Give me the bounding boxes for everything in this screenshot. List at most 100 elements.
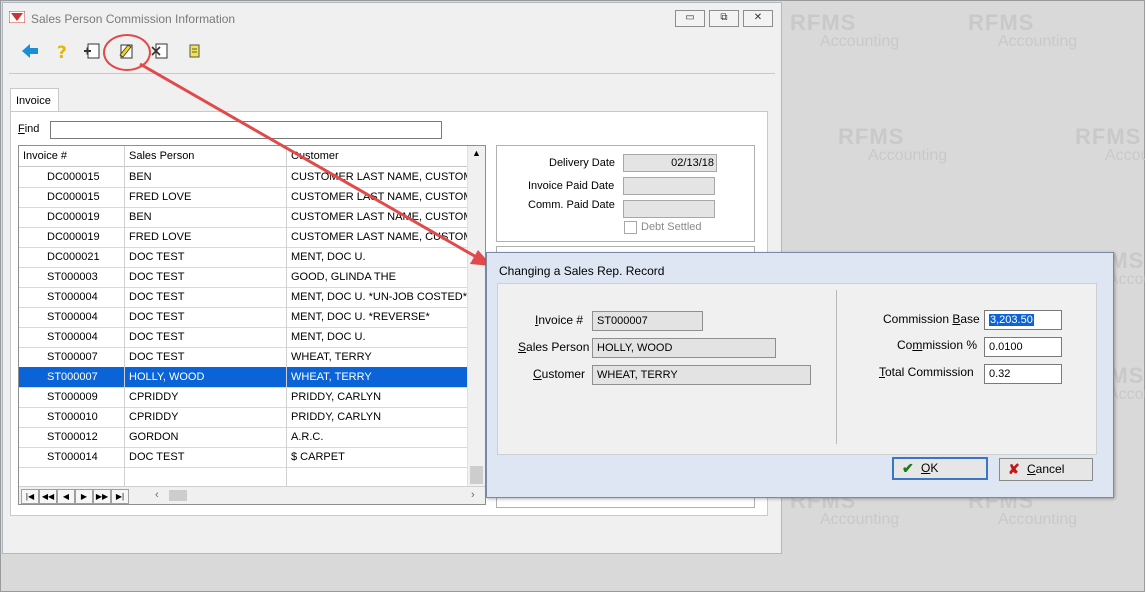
total-commission-input[interactable]: 0.32: [984, 364, 1062, 384]
invoice-cell: DC000019: [47, 231, 100, 243]
invoice-grid: Invoice # Sales Person Customer DC000015…: [18, 145, 486, 505]
comm-paid-date-label: Comm. Paid Date: [528, 199, 615, 211]
sales-person-cell: DOC TEST: [129, 251, 185, 263]
scroll-left-icon[interactable]: ‹: [155, 489, 159, 501]
check-icon: ✔: [902, 460, 914, 476]
customer-cell: A.R.C.: [291, 431, 324, 443]
invoice-cell: ST000010: [47, 411, 98, 423]
svg-text:?: ?: [57, 43, 67, 61]
dialog-title: Changing a Sales Rep. Record: [499, 264, 665, 278]
customer-cell: PRIDDY, CARLYN: [291, 411, 382, 423]
table-row[interactable]: ST000007 HOLLY, WOOD WHEAT, TERRY: [19, 367, 467, 388]
delete-record-icon[interactable]: [149, 41, 171, 63]
scroll-up-icon[interactable]: ▲: [472, 148, 481, 158]
table-row[interactable]: DC000019 BEN CUSTOMER LAST NAME, CUSTOME: [19, 207, 467, 228]
cancel-button[interactable]: ✘ Cancel: [999, 458, 1093, 481]
find-input[interactable]: [50, 121, 442, 139]
column-divider: [124, 146, 125, 486]
horizontal-scroll-thumb[interactable]: [169, 490, 187, 501]
annotation-circle: [103, 34, 151, 71]
tab-invoice[interactable]: Invoice: [10, 88, 59, 112]
commission-percent-input[interactable]: 0.0100: [984, 337, 1062, 357]
scroll-thumb[interactable]: [470, 466, 483, 484]
customer-cell: MENT, DOC U.: [291, 251, 366, 263]
invoice-paid-date-field[interactable]: [623, 177, 715, 195]
add-record-icon[interactable]: [81, 41, 103, 63]
table-row[interactable]: DC000021 DOC TEST MENT, DOC U.: [19, 247, 467, 268]
column-header-customer[interactable]: Customer: [291, 150, 339, 162]
table-row[interactable]: ST000004 DOC TEST MENT, DOC U.: [19, 327, 467, 348]
sales-person-cell: GORDON: [129, 431, 179, 443]
close-button[interactable]: ✕: [743, 10, 773, 27]
debt-settled-label: Debt Settled: [641, 221, 702, 233]
comm-paid-date-field[interactable]: [623, 200, 715, 218]
back-arrow-icon[interactable]: [19, 41, 41, 63]
customer-cell: CUSTOMER LAST NAME, CUSTOME: [291, 191, 467, 203]
invoice-cell: ST000007: [47, 351, 98, 363]
invoice-cell: DC000019: [47, 211, 100, 223]
table-row[interactable]: ST000003 DOC TEST GOOD, GLINDA THE: [19, 267, 467, 288]
find-label: Find: [18, 123, 40, 135]
next-page-button[interactable]: ▶▶: [93, 489, 111, 504]
column-header-sales-person[interactable]: Sales Person: [129, 150, 194, 162]
debt-settled-checkbox[interactable]: [624, 221, 637, 234]
grid-navigation-bar: |◀ ◀◀ ◀ ▶ ▶▶ ▶| ‹ ›: [19, 486, 485, 504]
sales-person-cell: DOC TEST: [129, 451, 185, 463]
customer-cell: GOOD, GLINDA THE: [291, 271, 396, 283]
invoice-cell: ST000004: [47, 291, 98, 303]
next-record-button[interactable]: ▶: [75, 489, 93, 504]
previous-page-button[interactable]: ◀◀: [39, 489, 57, 504]
sales-person-cell: DOC TEST: [129, 271, 185, 283]
vertical-scrollbar[interactable]: ▲: [467, 146, 485, 486]
sales-person-cell: DOC TEST: [129, 331, 185, 343]
invoice-cell: ST000004: [47, 331, 98, 343]
cancel-x-icon: ✘: [1008, 461, 1020, 477]
customer-field[interactable]: WHEAT, TERRY: [592, 365, 811, 385]
customer-label: Customer: [533, 367, 586, 381]
ok-button[interactable]: ✔ OK: [892, 457, 988, 480]
delivery-date-field[interactable]: 02/13/18: [623, 154, 717, 172]
app-logo-icon: [9, 11, 25, 23]
invoice-cell: DC000021: [47, 251, 100, 263]
help-icon[interactable]: ?: [51, 41, 73, 63]
report-icon[interactable]: [183, 41, 205, 63]
first-record-button[interactable]: |◀: [21, 489, 39, 504]
last-record-button[interactable]: ▶|: [111, 489, 129, 504]
commission-base-input[interactable]: 3,203.50: [984, 310, 1062, 330]
table-row[interactable]: DC000015 FRED LOVE CUSTOMER LAST NAME, CUS…: [19, 187, 467, 208]
table-row[interactable]: DC000019 FRED LOVE CUSTOMER LAST NAME, CUS…: [19, 227, 467, 248]
scroll-right-icon[interactable]: ›: [471, 489, 475, 501]
customer-cell: MENT, DOC U. *UN-JOB COSTED*: [291, 291, 467, 303]
sales-person-cell: DOC TEST: [129, 351, 185, 363]
table-row[interactable]: DC000015 BEN CUSTOMER LAST NAME, CUSTOME: [19, 167, 467, 188]
commission-base-label: Commission Base: [883, 312, 980, 326]
delivery-date-label: Delivery Date: [549, 157, 616, 169]
customer-cell: CUSTOMER LAST NAME, CUSTOME: [291, 171, 467, 183]
table-row[interactable]: ST000004 DOC TEST MENT, DOC U. *REVERSE*: [19, 307, 467, 328]
invoice-number-field[interactable]: ST000007: [592, 311, 703, 331]
table-row[interactable]: ST000007 DOC TEST WHEAT, TERRY: [19, 347, 467, 368]
customer-cell: MENT, DOC U.: [291, 331, 366, 343]
minimize-button[interactable]: ▭: [675, 10, 705, 27]
invoice-cell: DC000015: [47, 191, 100, 203]
dialog-divider: [836, 290, 837, 444]
sales-person-cell: CPRIDDY: [129, 411, 179, 423]
sales-person-field[interactable]: HOLLY, WOOD: [592, 338, 776, 358]
sales-person-cell: FRED LOVE: [129, 231, 192, 243]
invoice-details-box: Delivery Date 02/13/18 Invoice Paid Date…: [496, 145, 755, 242]
column-divider: [286, 146, 287, 486]
table-row[interactable]: ST000010 CPRIDDY PRIDDY, CARLYN: [19, 407, 467, 428]
restore-button[interactable]: ⧉: [709, 10, 739, 27]
sales-person-cell: DOC TEST: [129, 311, 185, 323]
table-row[interactable]: ST000009 CPRIDDY PRIDDY, CARLYN: [19, 387, 467, 408]
grid-header: Invoice # Sales Person Customer: [19, 146, 467, 167]
table-row[interactable]: ST000014 DOC TEST $ CARPET: [19, 447, 467, 468]
column-header-invoice[interactable]: Invoice #: [23, 150, 67, 162]
sales-person-cell: CPRIDDY: [129, 391, 179, 403]
table-row[interactable]: ST000012 GORDON A.R.C.: [19, 427, 467, 448]
invoice-cell: ST000003: [47, 271, 98, 283]
commission-percent-label: Commission %: [897, 338, 978, 352]
customer-cell: CUSTOMER LAST NAME, CUSTOME: [291, 211, 467, 223]
table-row[interactable]: ST000004 DOC TEST MENT, DOC U. *UN-JOB COS…: [19, 287, 467, 308]
previous-record-button[interactable]: ◀: [57, 489, 75, 504]
